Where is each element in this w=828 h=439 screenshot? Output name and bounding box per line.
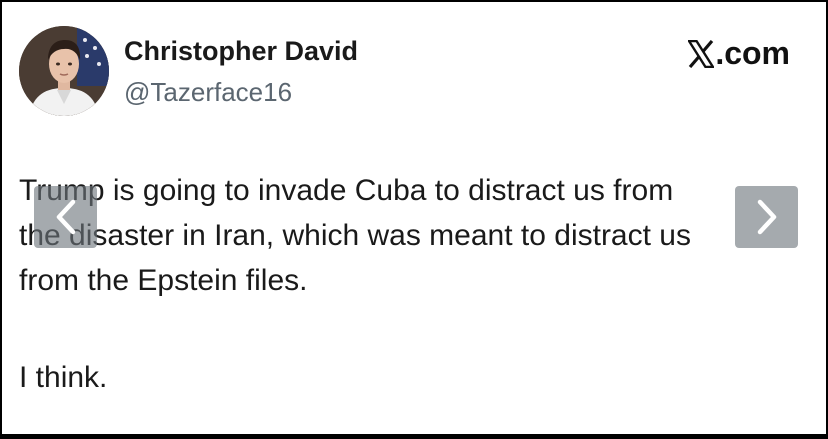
tweet-line: Trump is going to invade Cuba to distrac…	[19, 174, 674, 207]
avatar[interactable]	[19, 26, 109, 116]
profile-photo-icon	[19, 26, 109, 116]
chevron-right-icon	[757, 199, 776, 235]
chevron-left-icon	[56, 199, 75, 235]
x-logo-icon	[688, 39, 715, 68]
brand-suffix: .com	[715, 35, 790, 71]
tweet-closing: I think.	[19, 361, 108, 394]
tweet-line: from the Epstein files.	[19, 264, 308, 297]
author-name[interactable]: Christopher David	[124, 36, 358, 67]
tweet-line: the disaster in Iran, which was meant to…	[19, 219, 691, 252]
carousel-prev-button[interactable]	[34, 186, 97, 248]
tweet-text: Trump is going to invade Cuba to distrac…	[19, 168, 819, 400]
x-com-watermark: .com	[688, 35, 790, 72]
tweet-card: Christopher David @Tazerface16 .com Trum…	[2, 2, 826, 434]
carousel-next-button[interactable]	[735, 186, 798, 248]
author-handle[interactable]: @Tazerface16	[124, 77, 292, 108]
